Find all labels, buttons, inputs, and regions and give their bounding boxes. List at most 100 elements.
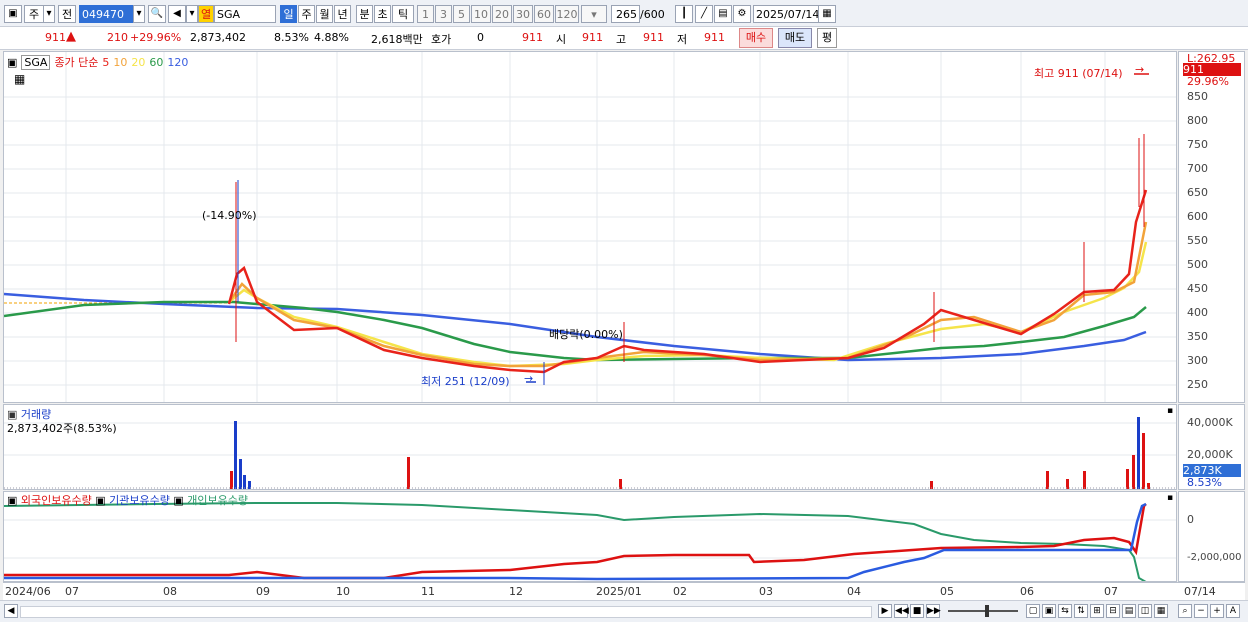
current-pct-tag: 29.96% bbox=[1187, 75, 1229, 88]
x-label-2024-06: 2024/06 bbox=[5, 585, 51, 598]
chart-tool-8-icon[interactable]: ◫ bbox=[1138, 604, 1152, 618]
chart-tool-9-icon[interactable]: ▦ bbox=[1154, 604, 1168, 618]
candle-type-icon[interactable]: ┃ bbox=[675, 5, 693, 23]
period-week[interactable]: 주 bbox=[298, 5, 315, 23]
stock-code-input[interactable]: 049470 bbox=[79, 5, 133, 23]
interval-3[interactable]: 3 bbox=[435, 5, 452, 23]
ma-legend-120: 120 bbox=[167, 56, 189, 69]
period-day[interactable]: 일 bbox=[280, 5, 297, 23]
interval-20[interactable]: 20 bbox=[492, 5, 512, 23]
vol-tick-40000k: 40,000K bbox=[1187, 416, 1233, 429]
rewind-icon[interactable]: ◀◀ bbox=[894, 604, 909, 618]
chart-tool-2-icon[interactable]: ▣ bbox=[1042, 604, 1056, 618]
price-tick-500: 500 bbox=[1187, 258, 1208, 271]
bid-label: 호가 bbox=[431, 33, 452, 46]
buy-button[interactable]: 매수 bbox=[739, 28, 773, 48]
line-tool-icon[interactable]: ╱ bbox=[695, 5, 713, 23]
prev-button[interactable]: 전 bbox=[58, 5, 76, 23]
interval-60[interactable]: 60 bbox=[534, 5, 554, 23]
legend-individual: 개인보유수량 bbox=[187, 494, 249, 507]
collapse-icon-3[interactable]: ▣ bbox=[173, 494, 183, 507]
collapse-icon[interactable]: ▣ bbox=[7, 494, 17, 507]
price-2: 911 bbox=[522, 31, 543, 44]
period-month[interactable]: 월 bbox=[316, 5, 333, 23]
holdings-panel[interactable]: ▣ 외국인보유수량 ▣ 기관보유수량 ▣ 개인보유수량 ▪ bbox=[3, 491, 1177, 582]
search-icon[interactable]: 🔍 bbox=[148, 5, 166, 23]
sell-button[interactable]: 매도 bbox=[778, 28, 812, 48]
period-minute[interactable]: 분 bbox=[356, 5, 373, 23]
chart-tool-4-icon[interactable]: ⇅ bbox=[1074, 604, 1088, 618]
zoom-slider-handle[interactable] bbox=[985, 605, 989, 617]
price-tick-250: 250 bbox=[1187, 378, 1208, 391]
interval-10[interactable]: 10 bbox=[471, 5, 491, 23]
avg-button[interactable]: 평 bbox=[817, 28, 837, 48]
chart-tool-1-icon[interactable]: ▢ bbox=[1026, 604, 1040, 618]
save-icon[interactable]: ▤ bbox=[714, 5, 732, 23]
x-label-07b: 07 bbox=[1104, 585, 1118, 598]
interval-120[interactable]: 120 bbox=[555, 5, 579, 23]
interval-30[interactable]: 30 bbox=[513, 5, 533, 23]
date-field[interactable]: 2025/07/14 bbox=[753, 5, 819, 23]
x-label-11: 11 bbox=[421, 585, 435, 598]
x-label-06: 06 bbox=[1020, 585, 1034, 598]
x-label-03: 03 bbox=[759, 585, 773, 598]
turnover-pct: 8.53% bbox=[274, 31, 309, 44]
code-dropdown-icon[interactable]: ▾ bbox=[133, 5, 145, 23]
dividend-note: 배당락(0.00%) bbox=[549, 328, 623, 341]
up-arrow-icon: ▲ bbox=[66, 29, 76, 44]
speaker-icon[interactable]: ◀ bbox=[168, 5, 186, 23]
scroll-left-icon[interactable]: ◀ bbox=[4, 604, 18, 618]
x-label-2025-01: 2025/01 bbox=[596, 585, 642, 598]
period-year[interactable]: 년 bbox=[334, 5, 351, 23]
open-price: 911 bbox=[582, 31, 603, 44]
x-label-10: 10 bbox=[336, 585, 350, 598]
stop-icon[interactable]: ■ bbox=[910, 604, 924, 618]
dropdown-arrow-icon[interactable]: ▾ bbox=[43, 5, 55, 23]
chart-tool-6-icon[interactable]: ⊟ bbox=[1106, 604, 1120, 618]
price-chart bbox=[4, 52, 1176, 402]
vol-tick-20000k: 20,000K bbox=[1187, 448, 1233, 461]
stock-name-label: SGA bbox=[21, 55, 51, 70]
chart-tool-3-icon[interactable]: ⇆ bbox=[1058, 604, 1072, 618]
chart-tool-7-icon[interactable]: ▤ bbox=[1122, 604, 1136, 618]
horizontal-scrollbar[interactable] bbox=[20, 606, 872, 618]
x-label-08: 08 bbox=[163, 585, 177, 598]
count-field[interactable]: 265 bbox=[611, 5, 640, 23]
panel-close-icon[interactable]: ▪ bbox=[1167, 493, 1173, 503]
chart-tool-5-icon[interactable]: ⊞ bbox=[1090, 604, 1104, 618]
calendar-icon[interactable]: ▦ bbox=[818, 5, 836, 23]
zoom-search-icon[interactable]: ⌕ bbox=[1178, 604, 1192, 618]
price-tick-800: 800 bbox=[1187, 114, 1208, 127]
font-size-icon[interactable]: A bbox=[1226, 604, 1240, 618]
period-second[interactable]: 초 bbox=[374, 5, 391, 23]
period-tick[interactable]: 틱 bbox=[392, 5, 414, 23]
count-max: /600 bbox=[640, 8, 665, 21]
collapse-icon[interactable]: ▣ bbox=[7, 56, 17, 69]
stock-name-field[interactable]: SGA bbox=[214, 5, 276, 23]
window-menu-icon[interactable]: ▣ bbox=[4, 5, 22, 23]
collapse-icon-2[interactable]: ▣ bbox=[95, 494, 105, 507]
high-price: 911 bbox=[643, 31, 664, 44]
x-label-05: 05 bbox=[940, 585, 954, 598]
zoom-slider[interactable] bbox=[948, 610, 1018, 612]
zoom-out-icon[interactable]: − bbox=[1194, 604, 1208, 618]
ma-legend: 5 10 20 60 120 bbox=[102, 56, 192, 69]
gear-icon[interactable]: ⚙ bbox=[733, 5, 751, 23]
volume-panel[interactable]: ▣ 거래량 2,873,402주(8.53%) ▪ bbox=[3, 404, 1177, 490]
market-select[interactable]: 주 bbox=[24, 5, 44, 23]
play-icon[interactable]: ▶ bbox=[878, 604, 892, 618]
data-table-icon[interactable]: ▦ bbox=[14, 72, 25, 86]
fast-forward-icon[interactable]: ▶▶ bbox=[926, 604, 941, 618]
interval-1[interactable]: 1 bbox=[417, 5, 434, 23]
custom-interval-select[interactable]: ▾ bbox=[581, 5, 607, 23]
price-chart-panel[interactable]: ▣ SGA 종가 단순 5 10 20 60 120 ▦ 최고 911 (07/14) → 최… bbox=[3, 51, 1177, 403]
open-label: 시 bbox=[556, 33, 567, 46]
price-tick-750: 750 bbox=[1187, 138, 1208, 151]
drop-note: (-14.90%) bbox=[202, 209, 257, 222]
speaker-dropdown-icon[interactable]: ▾ bbox=[186, 5, 198, 23]
current-price: 911 bbox=[45, 31, 66, 44]
interval-5[interactable]: 5 bbox=[453, 5, 470, 23]
panel-close-icon[interactable]: ▪ bbox=[1167, 406, 1173, 416]
price-y-axis: L:262.95 911 29.96% 850 800 750 700 650 600 55… bbox=[1178, 51, 1245, 403]
zoom-in-icon[interactable]: + bbox=[1210, 604, 1224, 618]
